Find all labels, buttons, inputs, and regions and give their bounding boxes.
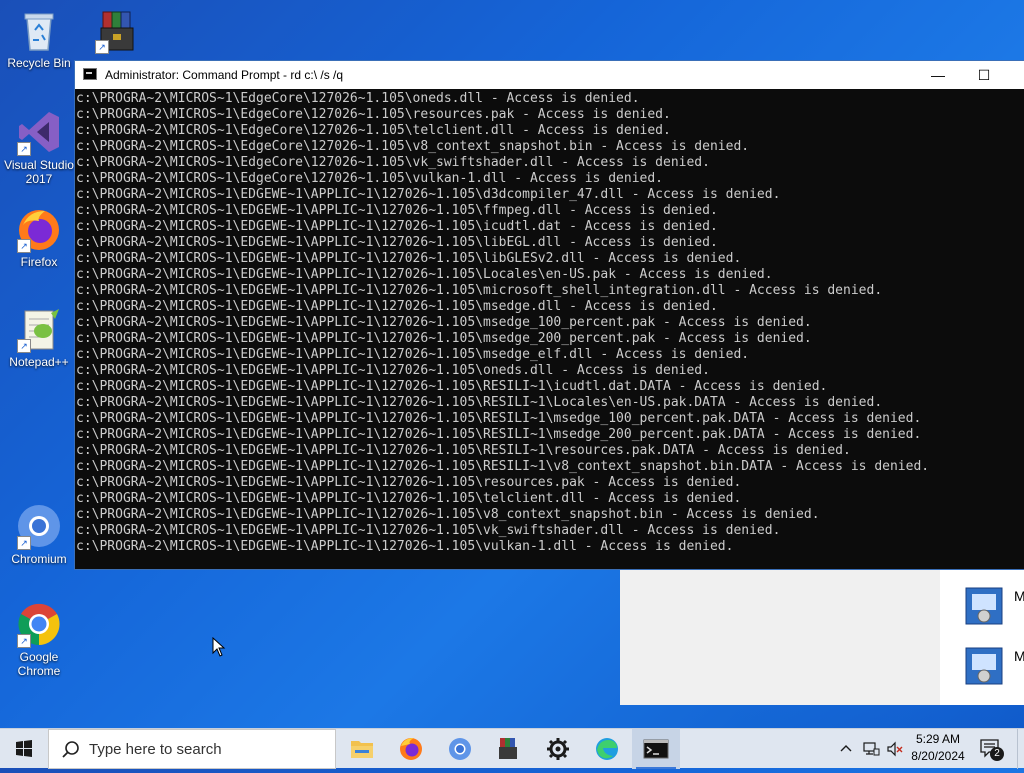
- taskbar-chromium[interactable]: [436, 729, 484, 769]
- settings-icon: [547, 738, 569, 760]
- console-line: c:\PROGRA~2\MICROS~1\EDGEWE~1\APPLIC~1\1…: [76, 299, 718, 314]
- notifications-count-badge: 2: [990, 747, 1004, 761]
- mouse-pointer-icon: [212, 637, 226, 657]
- desktop-icon-notepad-plus-plus[interactable]: ↗ Notepad++: [0, 305, 78, 369]
- windows-logo-icon: [16, 740, 32, 757]
- console-line: c:\PROGRA~2\MICROS~1\EDGEWE~1\APPLIC~1\1…: [76, 363, 710, 378]
- shortcut-arrow-icon: ↗: [17, 634, 31, 648]
- console-line: c:\PROGRA~2\MICROS~1\EDGEWE~1\APPLIC~1\1…: [76, 219, 718, 234]
- taskbar-edge[interactable]: [583, 729, 631, 769]
- shortcut-arrow-icon: ↗: [17, 536, 31, 550]
- desktop-icon-recycle-bin[interactable]: Recycle Bin: [0, 6, 78, 70]
- visual-studio-icon: ↗: [15, 108, 63, 156]
- desktop-icon-label: Visual Studio 2017: [4, 158, 74, 186]
- firefox-icon: ↗: [15, 205, 63, 253]
- chromium-icon: ↗: [15, 502, 63, 550]
- console-line: c:\PROGRA~2\MICROS~1\EDGEWE~1\APPLIC~1\1…: [76, 315, 812, 330]
- console-line: c:\PROGRA~2\MICROS~1\EDGEWE~1\APPLIC~1\1…: [76, 427, 922, 442]
- console-cursor-line: [76, 555, 1024, 569]
- console-line: c:\PROGRA~2\MICROS~1\EdgeCore\127026~1.1…: [76, 91, 640, 106]
- desktop-icon-firefox[interactable]: ↗ Firefox: [0, 205, 78, 269]
- console-line: c:\PROGRA~2\MICROS~1\EDGEWE~1\APPLIC~1\1…: [76, 283, 883, 298]
- start-button[interactable]: [0, 729, 48, 769]
- taskbar-command-prompt[interactable]: [632, 729, 680, 769]
- installer-icon[interactable]: [964, 646, 1004, 686]
- volume-muted-icon[interactable]: [886, 740, 904, 758]
- taskbar-settings[interactable]: [534, 729, 582, 769]
- installer-label: M: [1014, 588, 1024, 604]
- background-window[interactable]: M M: [620, 570, 1024, 705]
- edge-icon: [596, 738, 618, 760]
- search-icon: [62, 741, 79, 758]
- console-line: c:\PROGRA~2\MICROS~1\EDGEWE~1\APPLIC~1\1…: [76, 187, 781, 202]
- desktop-icon-label: Chromium: [11, 552, 67, 566]
- taskbar-file-explorer[interactable]: [338, 729, 386, 769]
- chromium-icon: [449, 738, 471, 760]
- archive-icon: [499, 738, 517, 759]
- console-line: c:\PROGRA~2\MICROS~1\EDGEWE~1\APPLIC~1\1…: [76, 235, 718, 250]
- shortcut-arrow-icon: ↗: [17, 142, 31, 156]
- shortcut-arrow-icon: ↗: [17, 339, 31, 353]
- console-line: c:\PROGRA~2\MICROS~1\EDGEWE~1\APPLIC~1\1…: [76, 507, 820, 522]
- window-titlebar[interactable]: Administrator: Command Prompt - rd c:\ /…: [75, 61, 1024, 89]
- console-output[interactable]: c:\PROGRA~2\MICROS~1\EdgeCore\127026~1.1…: [75, 91, 1024, 569]
- installer-icon[interactable]: [964, 586, 1004, 626]
- console-line: c:\PROGRA~2\MICROS~1\EDGEWE~1\APPLIC~1\1…: [76, 539, 734, 554]
- recycle-bin-icon: [15, 6, 63, 54]
- file-explorer-icon: [351, 741, 373, 758]
- desktop-icon-label: Firefox: [20, 255, 58, 269]
- console-line: c:\PROGRA~2\MICROS~1\EdgeCore\127026~1.1…: [76, 171, 663, 186]
- archive-books-icon: ↗: [93, 6, 141, 54]
- console-line: c:\PROGRA~2\MICROS~1\EDGEWE~1\APPLIC~1\1…: [76, 475, 742, 490]
- command-prompt-icon: [83, 68, 97, 80]
- console-line: c:\PROGRA~2\MICROS~1\EDGEWE~1\APPLIC~1\1…: [76, 203, 718, 218]
- shortcut-arrow-icon: ↗: [95, 40, 109, 54]
- console-line: c:\PROGRA~2\MICROS~1\EDGEWE~1\APPLIC~1\1…: [76, 251, 742, 266]
- clock-date[interactable]: 8/20/2024: [906, 749, 970, 763]
- shortcut-arrow-icon: ↗: [17, 239, 31, 253]
- console-line: c:\PROGRA~2\MICROS~1\EDGEWE~1\APPLIC~1\1…: [76, 267, 773, 282]
- firefox-icon: [400, 738, 422, 760]
- clock-time[interactable]: 5:29 AM: [906, 732, 970, 746]
- console-line: c:\PROGRA~2\MICROS~1\EDGEWE~1\APPLIC~1\1…: [76, 347, 750, 362]
- search-box[interactable]: Type here to search: [48, 729, 336, 769]
- console-line: c:\PROGRA~2\MICROS~1\EdgeCore\127026~1.1…: [76, 107, 671, 122]
- notepad-plus-plus-icon: ↗: [15, 305, 63, 353]
- console-line: c:\PROGRA~2\MICROS~1\EDGEWE~1\APPLIC~1\1…: [76, 379, 828, 394]
- taskbar-archive[interactable]: [485, 729, 533, 769]
- desktop-icon-label: Google Chrome: [17, 650, 61, 678]
- console-line: c:\PROGRA~2\MICROS~1\EdgeCore\127026~1.1…: [76, 123, 671, 138]
- search-placeholder: Type here to search: [89, 741, 222, 758]
- console-line: c:\PROGRA~2\MICROS~1\EDGEWE~1\APPLIC~1\1…: [76, 331, 812, 346]
- desktop-icon-chromium[interactable]: ↗ Chromium: [0, 502, 78, 566]
- command-prompt-icon: [643, 739, 669, 759]
- console-line: c:\PROGRA~2\MICROS~1\EDGEWE~1\APPLIC~1\1…: [76, 395, 883, 410]
- minimize-button[interactable]: —: [915, 61, 961, 89]
- console-line: c:\PROGRA~2\MICROS~1\EDGEWE~1\APPLIC~1\1…: [76, 411, 922, 426]
- console-line: c:\PROGRA~2\MICROS~1\EDGEWE~1\APPLIC~1\1…: [76, 443, 851, 458]
- desktop-icon-archive[interactable]: ↗: [78, 6, 156, 56]
- google-chrome-icon: ↗: [15, 600, 63, 648]
- window-title: Administrator: Command Prompt - rd c:\ /…: [105, 68, 344, 82]
- taskbar: Type here to search 5:29 AM 8/20/2024 2: [0, 728, 1024, 769]
- desktop: Recycle Bin ↗ ↗ Visual Studio 2017 ↗ Fir…: [0, 0, 1024, 728]
- console-line: c:\PROGRA~2\MICROS~1\EdgeCore\127026~1.1…: [76, 155, 710, 170]
- installer-label: M: [1014, 648, 1024, 664]
- console-line: c:\PROGRA~2\MICROS~1\EDGEWE~1\APPLIC~1\1…: [76, 523, 781, 538]
- desktop-icon-label: Recycle Bin: [7, 56, 71, 70]
- notifications-button[interactable]: 2: [978, 737, 1006, 763]
- maximize-button[interactable]: ☐: [961, 61, 1007, 89]
- console-line: c:\PROGRA~2\MICROS~1\EdgeCore\127026~1.1…: [76, 139, 750, 154]
- desktop-icon-google-chrome[interactable]: ↗ Google Chrome: [0, 600, 78, 678]
- desktop-icon-label: Notepad++: [9, 355, 69, 369]
- console-line: c:\PROGRA~2\MICROS~1\EDGEWE~1\APPLIC~1\1…: [76, 491, 742, 506]
- taskbar-firefox[interactable]: [387, 729, 435, 769]
- show-desktop-button[interactable]: [1017, 729, 1024, 769]
- chevron-up-icon[interactable]: [838, 741, 854, 757]
- console-line: c:\PROGRA~2\MICROS~1\EDGEWE~1\APPLIC~1\1…: [76, 459, 930, 474]
- desktop-icon-visual-studio[interactable]: ↗ Visual Studio 2017: [0, 108, 78, 186]
- network-icon[interactable]: [862, 740, 880, 758]
- command-prompt-window[interactable]: Administrator: Command Prompt - rd c:\ /…: [74, 60, 1024, 570]
- close-button[interactable]: ✕: [1007, 61, 1024, 89]
